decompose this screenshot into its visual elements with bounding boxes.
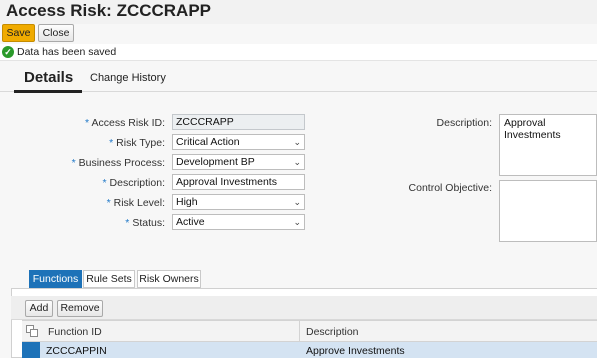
- column-divider: [299, 321, 300, 343]
- control-objective-textarea[interactable]: [499, 180, 597, 242]
- required-marker: *: [106, 197, 111, 209]
- message-bar: ✓ Data has been saved: [0, 44, 597, 61]
- label-text: Business Process:: [78, 157, 165, 169]
- cell-description: Approve Investments: [306, 345, 405, 357]
- required-marker: *: [125, 217, 130, 229]
- remove-button[interactable]: Remove: [57, 300, 103, 317]
- label-text: Risk Level:: [113, 197, 165, 209]
- business-process-label: * Business Process:: [60, 157, 165, 169]
- row-selector[interactable]: [22, 342, 40, 358]
- chevron-down-icon[interactable]: ⌄: [293, 155, 301, 169]
- risk-type-label: * Risk Type:: [60, 137, 165, 149]
- page-title: Access Risk: ZCCCRAPP: [6, 1, 212, 20]
- required-marker: *: [102, 177, 107, 189]
- add-button[interactable]: Add: [25, 300, 53, 317]
- functions-table-header: Function ID Description: [22, 320, 597, 343]
- label-text: Description:: [109, 177, 165, 189]
- label-text: Access Risk ID:: [91, 117, 165, 129]
- cell-function-id: ZCCCAPPIN: [46, 345, 107, 357]
- chevron-down-icon[interactable]: ⌄: [293, 135, 301, 149]
- message-text: Data has been saved: [17, 46, 117, 58]
- risk-type-select[interactable]: Critical Action ⌄: [172, 134, 305, 150]
- label-text: Status:: [132, 217, 165, 229]
- required-marker: *: [109, 137, 114, 149]
- business-process-select[interactable]: Development BP ⌄: [172, 154, 305, 170]
- label-text: Risk Type:: [116, 137, 165, 149]
- access-risk-id-field: ZCCCRAPP: [172, 114, 305, 130]
- chevron-down-icon[interactable]: ⌄: [293, 195, 301, 209]
- tab-risk-owners[interactable]: Risk Owners: [137, 270, 201, 288]
- business-process-value: Development BP: [176, 156, 255, 168]
- risk-type-value: Critical Action: [176, 136, 240, 148]
- right-description-label: Description:: [436, 117, 492, 129]
- tab-change-history[interactable]: Change History: [90, 72, 166, 84]
- status-select[interactable]: Active ⌄: [172, 214, 305, 230]
- access-risk-id-label: * Access Risk ID:: [60, 117, 165, 129]
- tab-functions[interactable]: Functions: [29, 270, 82, 288]
- required-marker: *: [85, 117, 90, 129]
- control-objective-label: Control Objective:: [408, 182, 492, 194]
- title-bar: Access Risk: ZCCCRAPP: [0, 0, 597, 24]
- table-row[interactable]: ZCCCAPPIN Approve Investments: [22, 342, 597, 358]
- active-tab-indicator: [14, 90, 82, 93]
- description-input[interactable]: Approval Investments: [172, 174, 305, 190]
- close-button[interactable]: Close: [38, 24, 74, 42]
- chevron-down-icon[interactable]: ⌄: [293, 215, 301, 229]
- risk-level-value: High: [176, 196, 198, 208]
- column-header-function-id[interactable]: Function ID: [48, 326, 102, 338]
- status-label: * Status:: [60, 217, 165, 229]
- description-value: Approval Investments: [176, 176, 277, 188]
- access-risk-id-value: ZCCCRAPP: [176, 116, 234, 128]
- main-tabs: Details Change History: [0, 62, 597, 93]
- required-marker: *: [71, 157, 76, 169]
- success-check-icon: ✓: [2, 46, 14, 58]
- risk-level-label: * Risk Level:: [60, 197, 165, 209]
- column-header-description[interactable]: Description: [306, 326, 359, 338]
- tab-rule-sets[interactable]: Rule Sets: [83, 270, 135, 288]
- status-value: Active: [176, 216, 205, 228]
- right-description-textarea[interactable]: Approval Investments: [499, 114, 597, 176]
- select-all-icon[interactable]: [26, 325, 38, 337]
- description-label: * Description:: [60, 177, 165, 189]
- save-button[interactable]: Save: [2, 24, 35, 42]
- risk-level-select[interactable]: High ⌄: [172, 194, 305, 210]
- tab-details[interactable]: Details: [24, 69, 73, 86]
